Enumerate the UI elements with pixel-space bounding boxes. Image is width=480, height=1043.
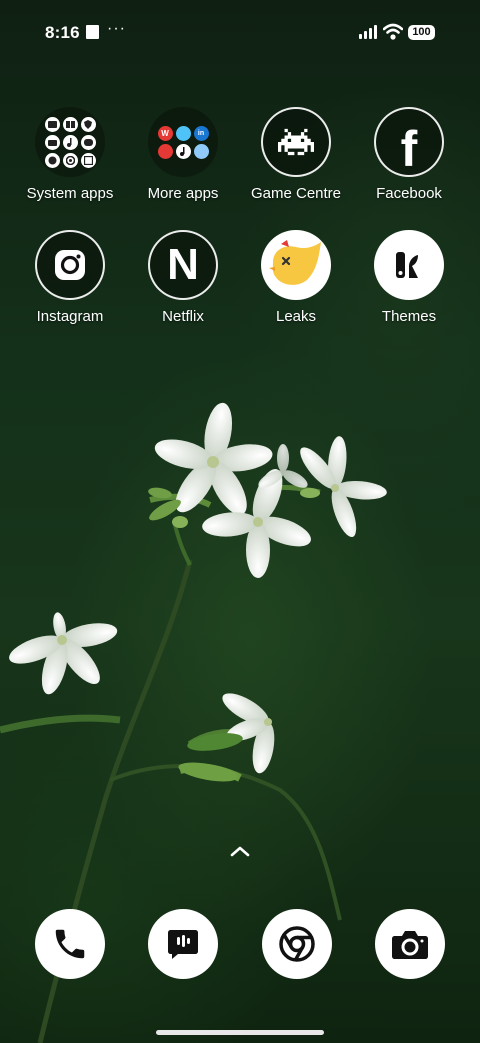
space-invader-icon — [261, 107, 331, 177]
shield-mini-icon — [80, 116, 96, 132]
globe-mini-icon — [193, 143, 209, 159]
gallery-mini-icon — [44, 116, 60, 132]
camera-icon — [375, 909, 445, 979]
signal-icon — [359, 25, 377, 39]
app-label: System apps — [26, 185, 114, 202]
chat-mini-icon — [80, 134, 96, 150]
app-instagram[interactable]: Instagram — [15, 230, 125, 325]
dock-messages[interactable] — [148, 909, 218, 979]
red-app-mini-icon — [157, 143, 173, 159]
app-label: Leaks — [275, 308, 317, 325]
dock-camera[interactable] — [375, 909, 445, 979]
netflix-icon: N — [148, 230, 218, 300]
facebook-letter: f — [400, 121, 418, 177]
app-label: Themes — [381, 308, 437, 325]
notification-square-icon — [86, 25, 99, 39]
status-time: 8:16 — [45, 23, 80, 42]
instagram-icon — [35, 230, 105, 300]
game-mini-icon — [175, 125, 191, 141]
netflix-letter: N — [167, 240, 199, 289]
leaks-bird-icon — [261, 230, 331, 300]
tiktok-mini-icon — [175, 143, 191, 159]
dock-phone[interactable] — [35, 909, 105, 979]
app-game-centre[interactable]: Game Centre — [241, 107, 351, 202]
app-facebook[interactable]: f Facebook — [354, 107, 464, 202]
app-netflix[interactable]: N Netflix — [128, 230, 238, 325]
app-label: Netflix — [162, 308, 204, 325]
phone-icon — [35, 909, 105, 979]
facebook-icon: f — [374, 107, 444, 177]
music-mini-icon — [62, 134, 78, 150]
battery-indicator: 100 — [408, 25, 435, 40]
book-mini-icon — [62, 116, 78, 132]
status-bar: 8:16 ··· 100 — [0, 0, 480, 64]
app-label: Instagram — [36, 308, 104, 325]
navigation-handle[interactable] — [156, 1030, 324, 1035]
wps-mini-icon: W — [157, 125, 173, 141]
app-themes[interactable]: Themes — [354, 230, 464, 325]
app-label: Facebook — [376, 185, 442, 202]
messages-icon — [148, 909, 218, 979]
folder-mini-icon — [44, 134, 60, 150]
folder-icon — [35, 107, 105, 177]
app-leaks[interactable]: Leaks — [241, 230, 351, 325]
app-more-apps-folder[interactable]: W in More apps — [128, 107, 238, 202]
wifi-icon — [383, 23, 403, 40]
linkedin-mini-icon: in — [193, 125, 209, 141]
app-label: Game Centre — [250, 185, 342, 202]
themes-icon — [374, 230, 444, 300]
compass-mini-icon — [44, 152, 60, 168]
chevron-up-icon[interactable] — [229, 844, 251, 858]
more-notifications-icon: ··· — [107, 20, 126, 37]
dock-chrome[interactable] — [262, 909, 332, 979]
record-mini-icon — [62, 152, 78, 168]
chrome-icon — [262, 909, 332, 979]
folder-icon: W in — [148, 107, 218, 177]
app-system-apps-folder[interactable]: System apps — [15, 107, 125, 202]
scan-mini-icon — [80, 152, 96, 168]
app-label: More apps — [147, 185, 219, 202]
